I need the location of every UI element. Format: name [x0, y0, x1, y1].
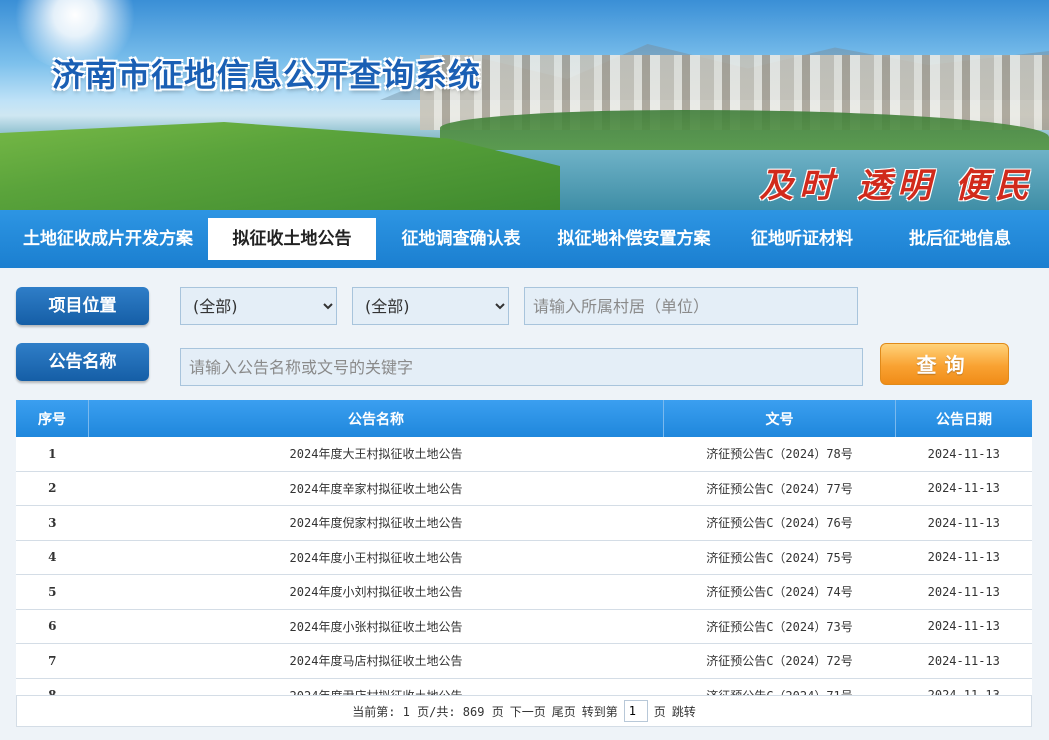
goto-suffix: 页 — [653, 704, 666, 719]
table-row: 3 2024年度倪家村拟征收土地公告 济征预公告C（2024）76号 2024-11-… — [16, 505, 1032, 541]
row-index: 1 — [16, 437, 89, 472]
table-row: 6 2024年度小张村拟征收土地公告 济征预公告C（2024）73号 2024-11-… — [16, 609, 1032, 644]
query-button[interactable]: 查询 — [880, 343, 1009, 385]
row-index: 4 — [16, 540, 89, 575]
row-index: 5 — [16, 574, 89, 610]
announcement-name-label: 公告名称 — [16, 343, 149, 381]
town-select[interactable]: (全部) — [352, 287, 509, 325]
row-date: 2024-11-13 — [895, 643, 1032, 679]
row-date: 2024-11-13 — [895, 437, 1032, 472]
row-announcement-name[interactable]: 2024年度小张村拟征收土地公告 — [88, 609, 664, 644]
goto-prefix: 转到第 — [581, 704, 618, 719]
row-doc-number: 济征预公告C（2024）76号 — [663, 505, 896, 541]
table-header-row: 序号 公告名称 文号 公告日期 — [16, 400, 1032, 437]
row-index: 6 — [16, 609, 89, 644]
location-label: 项目位置 — [16, 287, 149, 325]
row-doc-number: 济征预公告C（2024）73号 — [663, 609, 896, 644]
nav-item-survey-form[interactable]: 征地调查确认表 — [388, 210, 534, 268]
row-index: 7 — [16, 643, 89, 679]
row-doc-number: 济征预公告C（2024）72号 — [663, 643, 896, 679]
row-doc-number: 济征预公告C（2024）78号 — [663, 437, 896, 472]
keyword-input[interactable] — [180, 348, 863, 386]
row-date: 2024-11-13 — [895, 471, 1032, 506]
table-row: 4 2024年度小王村拟征收土地公告 济征预公告C（2024）75号 2024-11-… — [16, 540, 1032, 575]
row-announcement-name[interactable]: 2024年度倪家村拟征收土地公告 — [88, 505, 664, 541]
table-row: 7 2024年度马店村拟征收土地公告 济征预公告C（2024）72号 2024-11-… — [16, 643, 1032, 679]
row-announcement-name[interactable]: 2024年度小王村拟征收土地公告 — [88, 540, 664, 575]
nav-item-post-approval-info[interactable]: 批后征地信息 — [896, 210, 1024, 268]
row-announcement-name[interactable]: 2024年度小刘村拟征收土地公告 — [88, 574, 664, 610]
table-row: 5 2024年度小刘村拟征收土地公告 济征预公告C（2024）74号 2024-11-… — [16, 574, 1032, 610]
row-index: 2 — [16, 471, 89, 506]
row-date: 2024-11-13 — [895, 540, 1032, 575]
header-banner: 济南市征地信息公开查询系统 及时 透明 便民 — [0, 0, 1049, 210]
row-announcement-name[interactable]: 2024年度大王村拟征收土地公告 — [88, 437, 664, 472]
row-date: 2024-11-13 — [895, 574, 1032, 610]
pagination: 当前第: 1 页/共: 869 页 下一页 尾页 转到第 页 跳转 — [16, 695, 1032, 727]
district-select[interactable]: (全部) — [180, 287, 337, 325]
last-page-link[interactable]: 尾页 — [552, 703, 576, 720]
table-row: 1 2024年度大王村拟征收土地公告 济征预公告C（2024）78号 2024-11-… — [16, 437, 1032, 472]
goto-page-input[interactable] — [623, 700, 648, 722]
col-header-index: 序号 — [16, 400, 89, 437]
row-doc-number: 济征预公告C（2024）74号 — [663, 574, 896, 610]
nav-item-land-announcement[interactable]: 拟征收土地公告 — [208, 218, 376, 260]
site-slogan: 及时 透明 便民 — [759, 166, 1035, 206]
site-title: 济南市征地信息公开查询系统 — [52, 56, 482, 94]
row-date: 2024-11-13 — [895, 609, 1032, 644]
col-header-name: 公告名称 — [88, 400, 664, 437]
page-status: 当前第: 1 页/共: 869 页 — [352, 704, 504, 719]
announcement-table: 序号 公告名称 文号 公告日期 1 2024年度大王村拟征收土地公告 济征预公告C（… — [16, 400, 1032, 713]
jump-button[interactable]: 跳转 — [672, 703, 696, 720]
row-doc-number: 济征预公告C（2024）75号 — [663, 540, 896, 575]
main-nav: 土地征收成片开发方案 拟征收土地公告 征地调查确认表 拟征地补偿安置方案 征地听… — [0, 210, 1049, 268]
nav-item-compensation-plan[interactable]: 拟征地补偿安置方案 — [548, 210, 720, 268]
next-page-link[interactable]: 下一页 — [510, 703, 546, 720]
row-announcement-name[interactable]: 2024年度辛家村拟征收土地公告 — [88, 471, 664, 506]
row-date: 2024-11-13 — [895, 505, 1032, 541]
nav-item-development-plan[interactable]: 土地征收成片开发方案 — [12, 210, 204, 268]
nav-item-hearing-materials[interactable]: 征地听证材料 — [738, 210, 866, 268]
col-header-date: 公告日期 — [895, 400, 1032, 437]
row-doc-number: 济征预公告C（2024）77号 — [663, 471, 896, 506]
col-header-doc-number: 文号 — [663, 400, 896, 437]
table-row: 2 2024年度辛家村拟征收土地公告 济征预公告C（2024）77号 2024-11-… — [16, 471, 1032, 506]
village-input[interactable] — [524, 287, 858, 325]
row-index: 3 — [16, 505, 89, 541]
row-announcement-name[interactable]: 2024年度马店村拟征收土地公告 — [88, 643, 664, 679]
